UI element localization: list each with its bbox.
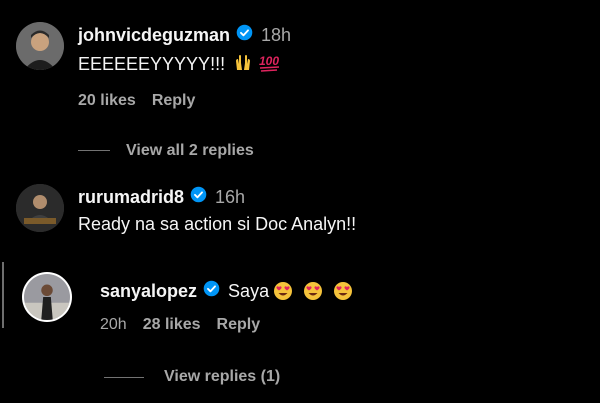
avatar-sanyalopez[interactable] <box>22 272 72 322</box>
avatar-rurumadrid8[interactable] <box>16 184 64 232</box>
avatar-johnvicdeguzman[interactable] <box>16 22 64 70</box>
heart-eyes-emoji-icon <box>273 281 293 301</box>
comment-time: 18h <box>261 24 292 45</box>
reply-username[interactable]: sanyalopez <box>100 281 197 302</box>
comment-username[interactable]: johnvicdeguzman <box>78 25 230 46</box>
raised-hands-emoji-icon <box>233 52 253 77</box>
verified-badge-icon <box>190 186 207 208</box>
replies-divider <box>104 377 144 378</box>
svg-text:100: 100 <box>259 54 279 68</box>
comment-text: EEEEEEYYYYY!!! <box>78 54 226 74</box>
reply-text: Saya <box>228 280 270 301</box>
reply-button[interactable]: Reply <box>152 92 196 110</box>
likes-count[interactable]: 20 likes <box>78 92 136 110</box>
comment-text: Ready na sa action si Doc Analyn!! <box>78 214 357 234</box>
view-replies-button[interactable]: View replies (1) <box>164 368 280 386</box>
heart-eyes-emoji-icon <box>333 281 353 301</box>
verified-badge-icon <box>236 24 253 46</box>
reply-time: 20h <box>100 316 127 333</box>
comment-time: 16h <box>215 186 246 207</box>
verified-badge-icon <box>203 280 220 302</box>
hundred-points-emoji-icon: 100 <box>259 52 281 77</box>
heart-eyes-emoji-icon <box>303 281 323 301</box>
likes-count[interactable]: 28 likes <box>143 316 201 334</box>
reply-button[interactable]: Reply <box>217 316 261 334</box>
reply-thread-bar <box>2 262 4 328</box>
comment-username[interactable]: rurumadrid8 <box>78 187 184 208</box>
replies-divider <box>78 150 110 151</box>
view-replies-button[interactable]: View all 2 replies <box>126 142 254 160</box>
